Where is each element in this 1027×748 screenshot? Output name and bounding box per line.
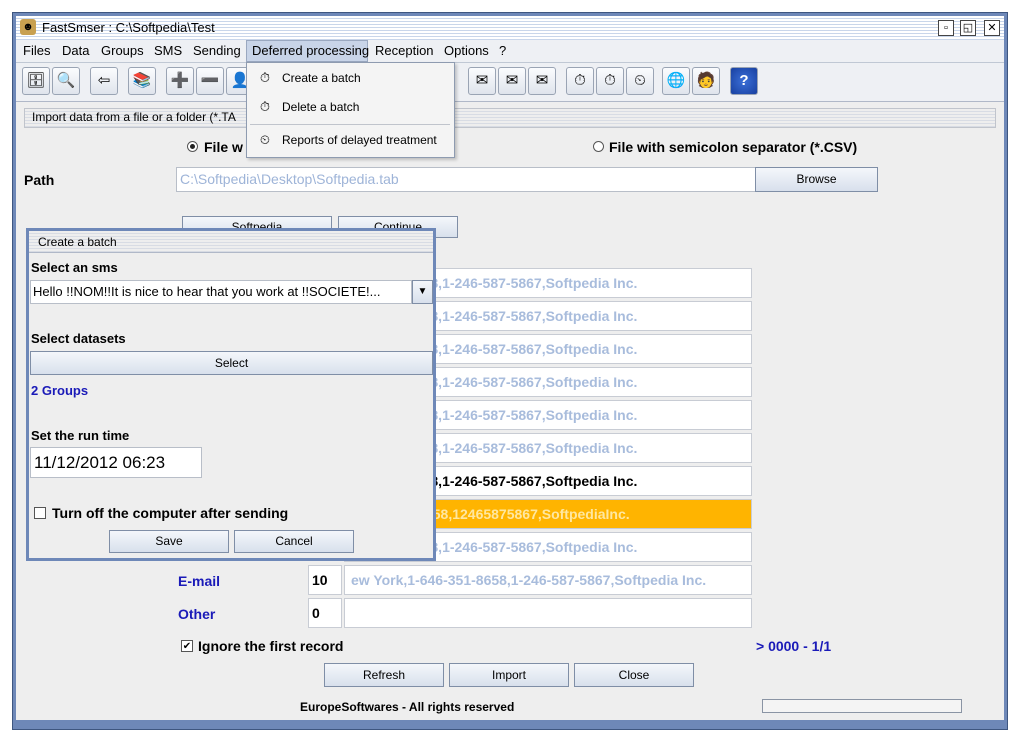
books-icon[interactable]: 📚 — [128, 67, 156, 95]
data-row — [344, 598, 752, 628]
radio-csv-file[interactable] — [593, 141, 604, 152]
cancel-button[interactable]: Cancel — [234, 530, 354, 553]
add-mail-icon[interactable]: ✉ — [468, 67, 496, 95]
help-icon[interactable]: ? — [730, 67, 758, 95]
remove-clock-icon[interactable]: ⏱ — [596, 67, 624, 95]
other-label: Other — [178, 606, 216, 622]
dialog-title: Create a batch — [38, 235, 117, 249]
browse-button[interactable]: Browse — [755, 167, 878, 192]
save-button[interactable]: Save — [109, 530, 229, 553]
menu-sms[interactable]: SMS — [154, 43, 182, 58]
menu-help[interactable]: ? — [499, 43, 506, 58]
data-row: ew York,1-646-351-8658,1-246-587-5867,So… — [344, 565, 752, 595]
minimize-button[interactable]: ▫ — [938, 20, 954, 36]
select-datasets-label: Select datasets — [31, 331, 126, 346]
menu-files[interactable]: Files — [23, 43, 50, 58]
close-window-button[interactable]: ✕ — [984, 20, 1000, 36]
database-icon[interactable]: 🗄 — [22, 67, 50, 95]
remove-clock-icon: ⏱ — [259, 99, 271, 114]
app-icon: ☻ — [20, 19, 36, 35]
menu-separator — [250, 124, 450, 125]
report-clock-icon: ⏲ — [259, 132, 271, 147]
other-count-field[interactable]: 0 — [308, 598, 342, 628]
menu-item-create-batch[interactable]: Create a batch — [282, 71, 361, 85]
groups-count: 2 Groups — [31, 383, 89, 398]
email-count-field[interactable]: 10 — [308, 565, 342, 595]
radio-tab-label: File w — [204, 139, 243, 155]
path-label: Path — [24, 172, 55, 188]
run-time-label: Set the run time — [31, 428, 130, 443]
ignore-first-label: Ignore the first record — [198, 638, 344, 654]
menu-item-delete-batch[interactable]: Delete a batch — [282, 100, 359, 114]
menu-reception[interactable]: Reception — [375, 43, 434, 58]
remove-database-icon[interactable]: ➖ — [196, 67, 224, 95]
add-clock-icon[interactable]: ⏱ — [566, 67, 594, 95]
close-button[interactable]: Close — [574, 663, 694, 687]
mail-icon[interactable]: ✉ — [498, 67, 526, 95]
ignore-first-checkbox[interactable]: ✔ — [181, 640, 193, 652]
menu-data[interactable]: Data — [62, 43, 89, 58]
maximize-button[interactable]: ◱ — [960, 20, 976, 36]
back-arrow-icon[interactable]: ⇦ — [90, 67, 118, 95]
menu-groups[interactable]: Groups — [101, 43, 144, 58]
add-database-icon[interactable]: ➕ — [166, 67, 194, 95]
import-button[interactable]: Import — [449, 663, 569, 687]
refresh-button[interactable]: Refresh — [324, 663, 444, 687]
email-label: E-mail — [178, 573, 221, 589]
turn-off-checkbox[interactable] — [34, 507, 46, 519]
menu-options[interactable]: Options — [444, 43, 489, 58]
person-icon[interactable]: 🧑 — [692, 67, 720, 95]
run-time-input[interactable]: 11/12/2012 06:23 — [30, 447, 202, 478]
menu-sending[interactable]: Sending — [193, 43, 241, 58]
turn-off-label: Turn off the computer after sending — [52, 505, 289, 521]
record-counter: > 0000 - 1/1 — [756, 638, 832, 654]
menu-item-reports[interactable]: Reports of delayed treatment — [282, 133, 437, 147]
sms-select[interactable]: Hello !!NOM!!It is nice to hear that you… — [30, 280, 412, 304]
remove-mail-icon[interactable]: ✉ — [528, 67, 556, 95]
import-header: Import data from a file or a folder (*.T… — [32, 110, 236, 124]
progress-bar — [762, 699, 962, 713]
database-search-icon[interactable]: 🔍 — [52, 67, 80, 95]
report-clock-icon[interactable]: ⏲ — [626, 67, 654, 95]
radio-csv-label: File with semicolon separator (*.CSV) — [609, 139, 858, 155]
path-input[interactable]: C:\Softpedia\Desktop\Softpedia.tab — [176, 167, 756, 192]
footer-copyright: EuropeSoftwares - All rights reserved — [300, 700, 515, 714]
select-datasets-button[interactable]: Select — [30, 351, 433, 375]
radio-tab-file[interactable] — [187, 141, 198, 152]
window-title: FastSmser : C:\Softpedia\Test — [42, 20, 215, 35]
menu-deferred-processing[interactable]: Deferred processing — [252, 43, 369, 58]
add-clock-icon: ⏱ — [259, 70, 271, 85]
chevron-down-icon[interactable]: ▼ — [412, 280, 433, 304]
select-sms-label: Select an sms — [31, 260, 118, 275]
globe-icon[interactable]: 🌐 — [662, 67, 690, 95]
